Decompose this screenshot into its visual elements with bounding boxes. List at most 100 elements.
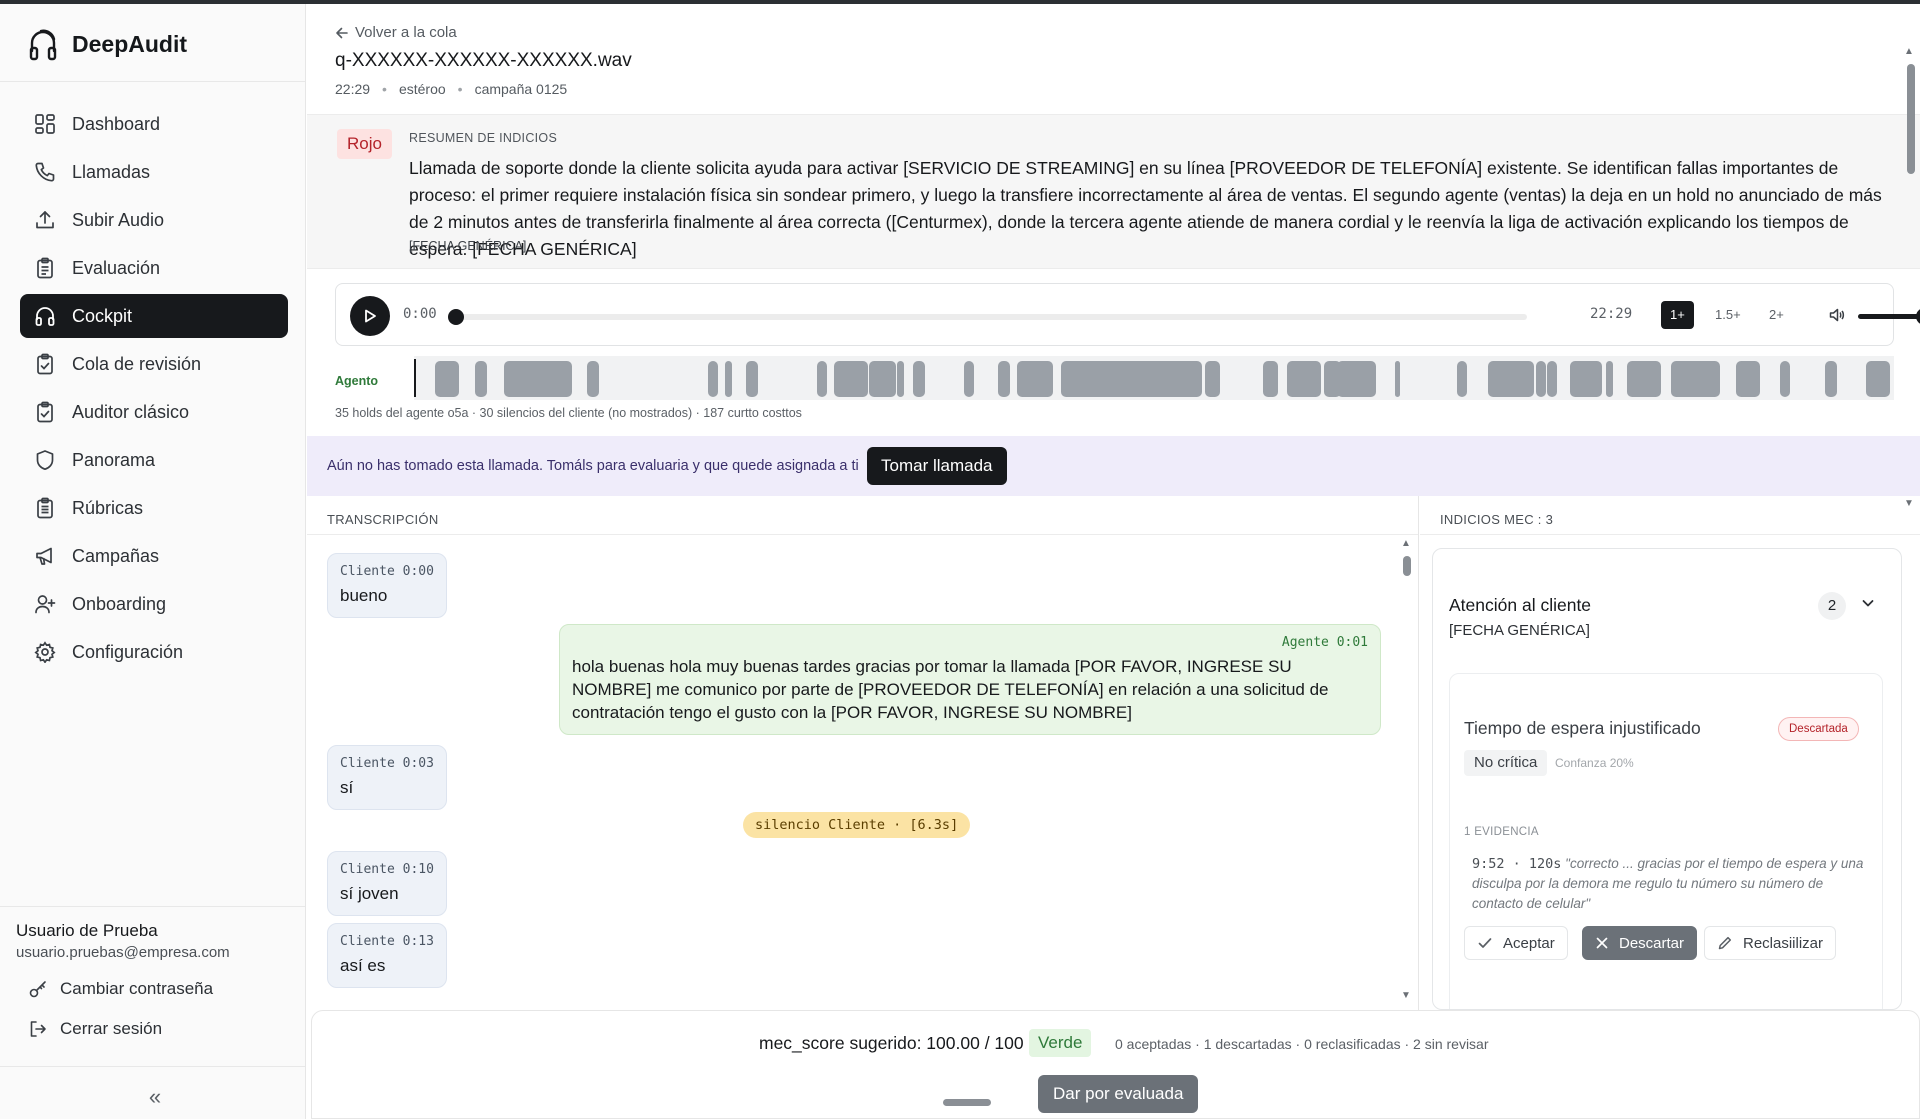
sidebar-item-evaluacion[interactable]: Evaluación bbox=[20, 246, 288, 290]
evidence-item[interactable]: 9:52 · 120s "correcto ... gracias por el… bbox=[1472, 854, 1872, 914]
transcript-message-client[interactable]: Cliente 0:03 sí bbox=[327, 745, 447, 810]
speed-1-5x-button[interactable]: 1.5+ bbox=[1706, 301, 1750, 329]
sidebar-item-label: Rúbricas bbox=[72, 497, 144, 518]
agent-hold-segment[interactable] bbox=[1780, 361, 1790, 397]
clipboard-icon bbox=[37, 257, 53, 279]
confidence-label: Confanza 20% bbox=[1555, 756, 1634, 770]
transcript-message-client[interactable]: Cliente 0:00 bueno bbox=[327, 553, 447, 618]
message-text: sí joven bbox=[340, 884, 399, 903]
reclassify-button[interactable]: Reclasiilizar bbox=[1704, 926, 1837, 960]
sidebar-item-llamadas[interactable]: Llamadas bbox=[20, 150, 288, 194]
agent-hold-segment[interactable] bbox=[1736, 361, 1760, 397]
agent-hold-segment[interactable] bbox=[587, 361, 599, 397]
scroll-up-arrow[interactable]: ▲ bbox=[1904, 46, 1914, 57]
logout-button[interactable]: Cerrar sesión bbox=[16, 1019, 305, 1039]
speed-1x-button[interactable]: 1+ bbox=[1661, 301, 1694, 329]
agent-hold-segment[interactable] bbox=[1263, 361, 1278, 397]
agent-hold-segment[interactable] bbox=[1205, 361, 1220, 397]
sidebar-item-dashboard[interactable]: Dashboard bbox=[20, 102, 288, 146]
agent-hold-segment[interactable] bbox=[1337, 361, 1376, 397]
chevron-down-icon[interactable] bbox=[1860, 595, 1876, 611]
agent-hold-segment[interactable] bbox=[1866, 361, 1890, 397]
agent-hold-segment[interactable] bbox=[1671, 361, 1720, 397]
agent-hold-segment[interactable] bbox=[1488, 361, 1534, 397]
scroll-down-arrow[interactable]: ▼ bbox=[1401, 990, 1411, 1001]
agent-hold-segment[interactable] bbox=[834, 361, 868, 397]
speed-2x-button[interactable]: 2+ bbox=[1760, 301, 1793, 329]
transcript-message-agent[interactable]: Agente 0:01 hola buenas hola muy buenas … bbox=[559, 624, 1381, 735]
agent-hold-segment[interactable] bbox=[1547, 361, 1557, 397]
suggested-score: mec_score sugerido: 100.00 / 100 bbox=[759, 1033, 1024, 1053]
sidebar-item-cockpit[interactable]: Cockpit bbox=[20, 294, 288, 338]
agent-hold-segment[interactable] bbox=[708, 361, 718, 397]
agent-hold-segment[interactable] bbox=[504, 361, 572, 397]
agent-hold-segment[interactable] bbox=[1606, 361, 1613, 397]
dashboard-icon bbox=[35, 114, 55, 134]
seek-knob[interactable] bbox=[448, 309, 464, 325]
agent-hold-segment[interactable] bbox=[897, 361, 904, 397]
sidebar-nav: Dashboard Llamadas Subir Audio Evaluació… bbox=[20, 102, 288, 678]
agent-hold-segment[interactable] bbox=[869, 361, 896, 397]
agent-timeline[interactable] bbox=[414, 356, 1894, 400]
megaphone-icon bbox=[36, 547, 52, 565]
take-call-text: Aún no has tomado esta llamada. Tomáls p… bbox=[327, 458, 859, 474]
agent-hold-segment[interactable] bbox=[746, 361, 758, 397]
indicios-scrollbar[interactable] bbox=[1907, 64, 1915, 174]
evidence-time: 9:52 · 120s bbox=[1472, 856, 1562, 872]
discard-button[interactable]: Descartar bbox=[1582, 926, 1698, 960]
drag-handle[interactable] bbox=[943, 1099, 991, 1106]
take-call-banner: Aún no has tomado esta llamada. Tomáls p… bbox=[307, 436, 1920, 496]
agent-hold-segment[interactable] bbox=[1395, 361, 1400, 397]
brand-name: DeepAudit bbox=[72, 30, 187, 57]
close-icon bbox=[1596, 937, 1608, 949]
sidebar-item-panorama[interactable]: Panorama bbox=[20, 438, 288, 482]
sidebar-item-auditor-clasico[interactable]: Auditor clásico bbox=[20, 390, 288, 434]
transcript-scrollbar[interactable] bbox=[1403, 556, 1411, 576]
sidebar-item-onboarding[interactable]: Onboarding bbox=[20, 582, 288, 626]
agent-hold-segment[interactable] bbox=[913, 361, 925, 397]
brand[interactable]: DeepAudit bbox=[28, 22, 187, 66]
agent-hold-segment[interactable] bbox=[817, 361, 827, 397]
agent-hold-segment[interactable] bbox=[1457, 361, 1467, 397]
sidebar-item-cola-de-revision[interactable]: Cola de revisión bbox=[20, 342, 288, 386]
agent-hold-segment[interactable] bbox=[435, 361, 459, 397]
take-call-button[interactable]: Tomar llamada bbox=[867, 447, 1007, 485]
agent-hold-segment[interactable] bbox=[1287, 361, 1321, 397]
volume-icon[interactable] bbox=[1828, 306, 1846, 324]
sidebar-item-subir-audio[interactable]: Subir Audio bbox=[20, 198, 288, 242]
agent-hold-segment[interactable] bbox=[1061, 361, 1202, 397]
current-time: 0:00 bbox=[403, 306, 437, 322]
arrow-left-icon bbox=[336, 27, 348, 38]
agent-hold-segment[interactable] bbox=[998, 361, 1010, 397]
agent-hold-segment[interactable] bbox=[1570, 361, 1602, 397]
message-header: Cliente 0:13 bbox=[340, 934, 434, 949]
change-password-button[interactable]: Cambiar contraseña bbox=[16, 979, 305, 999]
transcript-message-client[interactable]: Cliente 0:13 así es bbox=[327, 923, 447, 988]
sidebar-item-rubricas[interactable]: Rúbricas bbox=[20, 486, 288, 530]
page-title: q-XXXXXX-XXXXXX-XXXXXX.wav bbox=[335, 50, 632, 71]
play-button[interactable] bbox=[350, 296, 390, 336]
mark-evaluated-button[interactable]: Dar por evaluada bbox=[1038, 1075, 1199, 1113]
sidebar-item-configuracion[interactable]: Configuración bbox=[20, 630, 288, 674]
volume-slider[interactable] bbox=[1858, 308, 1920, 325]
sidebar-item-campanas[interactable]: Campañas bbox=[20, 534, 288, 578]
back-to-queue-link[interactable]: Volver a la cola bbox=[335, 24, 457, 41]
transcript-message-client[interactable]: Cliente 0:10 sí joven bbox=[327, 851, 447, 916]
agent-hold-segment[interactable] bbox=[475, 361, 487, 397]
agent-hold-segment[interactable] bbox=[1627, 361, 1661, 397]
call-campaign: campaña 0125 bbox=[474, 81, 568, 97]
accept-button[interactable]: Aceptar bbox=[1464, 926, 1568, 960]
seek-bar[interactable] bbox=[448, 309, 1527, 325]
scroll-down-arrow[interactable]: ▼ bbox=[1904, 498, 1914, 509]
playhead-marker bbox=[414, 359, 416, 397]
agent-hold-segment[interactable] bbox=[1536, 361, 1546, 397]
agent-hold-segment[interactable] bbox=[725, 361, 732, 397]
scroll-up-arrow[interactable]: ▲ bbox=[1401, 538, 1411, 549]
collapse-sidebar-button[interactable]: « bbox=[140, 1084, 170, 1110]
category-count-badge[interactable]: 2 bbox=[1818, 592, 1846, 620]
agent-hold-segment[interactable] bbox=[1017, 361, 1053, 397]
agent-hold-segment[interactable] bbox=[1825, 361, 1837, 397]
category-subtitle: [FECHA GENÉRICA] bbox=[1449, 622, 1590, 639]
volume-knob[interactable] bbox=[1916, 308, 1920, 325]
agent-hold-segment[interactable] bbox=[964, 361, 974, 397]
